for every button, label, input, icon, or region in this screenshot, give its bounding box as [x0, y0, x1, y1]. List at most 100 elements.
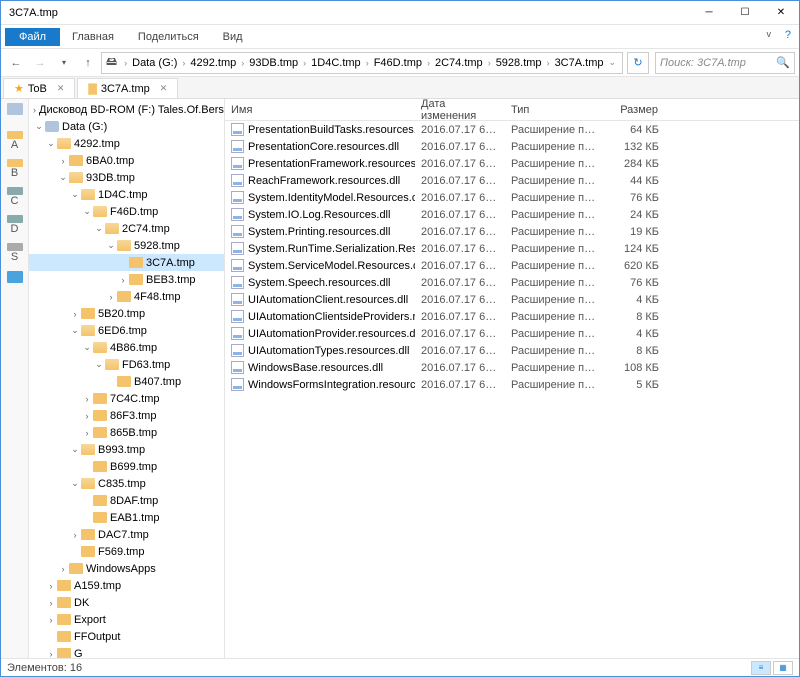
- twisty-icon[interactable]: ›: [117, 275, 129, 285]
- minimize-button[interactable]: ─: [691, 1, 727, 25]
- menu-share[interactable]: Поделиться: [126, 28, 211, 46]
- up-button[interactable]: ↑: [77, 52, 99, 74]
- tree-node[interactable]: ›7C4C.tmp: [29, 390, 224, 407]
- breadcrumb-segment[interactable]: 3C7A.tmp: [553, 57, 606, 69]
- breadcrumb-segment[interactable]: F46D.tmp: [372, 57, 424, 69]
- tab-favorites[interactable]: ★ ToB ✕: [3, 78, 75, 98]
- col-name[interactable]: Имя: [225, 104, 415, 116]
- rail-item[interactable]: [5, 271, 25, 291]
- close-icon[interactable]: ✕: [57, 83, 65, 94]
- tree-node[interactable]: ›DAC7.tmp: [29, 526, 224, 543]
- twisty-icon[interactable]: ⌄: [69, 189, 81, 200]
- chevron-right-icon[interactable]: ›: [179, 58, 188, 68]
- search-input[interactable]: Поиск: 3C7A.tmp 🔍: [655, 52, 795, 74]
- chevron-right-icon[interactable]: ›: [485, 58, 494, 68]
- chevron-right-icon[interactable]: ›: [363, 58, 372, 68]
- tree-node[interactable]: B699.tmp: [29, 458, 224, 475]
- tree-node[interactable]: ›Export: [29, 611, 224, 628]
- maximize-button[interactable]: ☐: [727, 1, 763, 25]
- tree-node[interactable]: ›DK: [29, 594, 224, 611]
- twisty-icon[interactable]: ›: [57, 156, 69, 166]
- chevron-down-icon[interactable]: ⌄: [605, 57, 619, 68]
- rail-item[interactable]: B: [5, 159, 25, 179]
- twisty-icon[interactable]: ›: [45, 581, 57, 591]
- menu-file[interactable]: Файл: [5, 28, 60, 46]
- tree-node[interactable]: ›865B.tmp: [29, 424, 224, 441]
- file-row[interactable]: UIAutomationClientsideProviders.resour..…: [225, 308, 799, 325]
- col-size[interactable]: Размер: [605, 104, 665, 116]
- twisty-icon[interactable]: ⌄: [105, 240, 117, 251]
- breadcrumb-segment[interactable]: 2C74.tmp: [433, 57, 485, 69]
- twisty-icon[interactable]: ›: [57, 564, 69, 574]
- breadcrumb-segment[interactable]: 93DB.tmp: [247, 57, 300, 69]
- tree-node[interactable]: 8DAF.tmp: [29, 492, 224, 509]
- tree-node[interactable]: ›5B20.tmp: [29, 305, 224, 322]
- help-icon[interactable]: ?: [785, 29, 791, 41]
- breadcrumb-segment[interactable]: 1D4C.tmp: [309, 57, 363, 69]
- chevron-right-icon[interactable]: ›: [238, 58, 247, 68]
- breadcrumb[interactable]: 🖴 › Data (G:)›4292.tmp›93DB.tmp›1D4C.tmp…: [101, 52, 623, 74]
- file-row[interactable]: WindowsFormsIntegration.resources.dll201…: [225, 376, 799, 393]
- tree-node[interactable]: ⌄4292.tmp: [29, 135, 224, 152]
- tree-node[interactable]: ›86F3.tmp: [29, 407, 224, 424]
- tree-node[interactable]: ⌄93DB.tmp: [29, 169, 224, 186]
- refresh-button[interactable]: ↻: [627, 52, 649, 74]
- tree-node[interactable]: ⌄Data (G:): [29, 118, 224, 135]
- tree-node[interactable]: ⌄2C74.tmp: [29, 220, 224, 237]
- ribbon-toggle-icon[interactable]: v: [767, 29, 772, 39]
- rail-item[interactable]: [5, 103, 25, 123]
- file-row[interactable]: WindowsBase.resources.dll2016.07.17 6:08…: [225, 359, 799, 376]
- file-list[interactable]: Имя Дата изменения Тип Размер Presentati…: [225, 99, 799, 660]
- file-row[interactable]: UIAutomationProvider.resources.dll2016.0…: [225, 325, 799, 342]
- tree-node[interactable]: ⌄B993.tmp: [29, 441, 224, 458]
- back-button[interactable]: ←: [5, 52, 27, 74]
- tree-node[interactable]: F569.tmp: [29, 543, 224, 560]
- rail-item[interactable]: D: [5, 215, 25, 235]
- col-date[interactable]: Дата изменения: [415, 99, 505, 122]
- twisty-icon[interactable]: ⌄: [69, 444, 81, 455]
- recent-dropdown[interactable]: ▾: [53, 52, 75, 74]
- file-row[interactable]: System.Speech.resources.dll2016.07.17 6:…: [225, 274, 799, 291]
- twisty-icon[interactable]: ›: [45, 649, 57, 659]
- rail-item[interactable]: S: [5, 243, 25, 263]
- twisty-icon[interactable]: ›: [81, 411, 93, 421]
- file-row[interactable]: System.Printing.resources.dll2016.07.17 …: [225, 223, 799, 240]
- breadcrumb-segment[interactable]: Data (G:): [130, 57, 179, 69]
- icons-view-button[interactable]: ▦: [773, 661, 793, 675]
- chevron-right-icon[interactable]: ›: [121, 58, 130, 68]
- tree-node[interactable]: ⌄4B86.tmp: [29, 339, 224, 356]
- tree-node[interactable]: ⌄FD63.tmp: [29, 356, 224, 373]
- twisty-icon[interactable]: ›: [33, 105, 36, 115]
- chevron-right-icon[interactable]: ›: [424, 58, 433, 68]
- file-row[interactable]: System.IdentityModel.Resources.dll2016.0…: [225, 189, 799, 206]
- tree-node[interactable]: 3C7A.tmp: [29, 254, 224, 271]
- forward-button[interactable]: →: [29, 52, 51, 74]
- twisty-icon[interactable]: ›: [69, 530, 81, 540]
- twisty-icon[interactable]: ⌄: [81, 342, 93, 353]
- close-button[interactable]: ✕: [763, 1, 799, 25]
- file-row[interactable]: PresentationBuildTasks.resources.dll2016…: [225, 121, 799, 138]
- twisty-icon[interactable]: ›: [81, 428, 93, 438]
- twisty-icon[interactable]: ›: [81, 394, 93, 404]
- rail-item[interactable]: C: [5, 187, 25, 207]
- twisty-icon[interactable]: ⌄: [33, 121, 45, 132]
- file-row[interactable]: UIAutomationTypes.resources.dll2016.07.1…: [225, 342, 799, 359]
- tree-node[interactable]: EAB1.tmp: [29, 509, 224, 526]
- tree-node[interactable]: ⌄1D4C.tmp: [29, 186, 224, 203]
- tree-node[interactable]: B407.tmp: [29, 373, 224, 390]
- menu-home[interactable]: Главная: [60, 28, 126, 46]
- twisty-icon[interactable]: ⌄: [93, 223, 105, 234]
- file-row[interactable]: System.ServiceModel.Resources.dll2016.07…: [225, 257, 799, 274]
- tree-node[interactable]: ›BEB3.tmp: [29, 271, 224, 288]
- twisty-icon[interactable]: ⌄: [69, 478, 81, 489]
- file-row[interactable]: PresentationFramework.resources.dll2016.…: [225, 155, 799, 172]
- menu-view[interactable]: Вид: [211, 28, 255, 46]
- chevron-right-icon[interactable]: ›: [300, 58, 309, 68]
- tree-node[interactable]: ›6BA0.tmp: [29, 152, 224, 169]
- file-row[interactable]: System.IO.Log.Resources.dll2016.07.17 6:…: [225, 206, 799, 223]
- tree-node[interactable]: FFOutput: [29, 628, 224, 645]
- twisty-icon[interactable]: ⌄: [57, 172, 69, 183]
- tree-node[interactable]: ⌄C835.tmp: [29, 475, 224, 492]
- file-row[interactable]: System.RunTime.Serialization.Resources..…: [225, 240, 799, 257]
- tree-node[interactable]: ⌄F46D.tmp: [29, 203, 224, 220]
